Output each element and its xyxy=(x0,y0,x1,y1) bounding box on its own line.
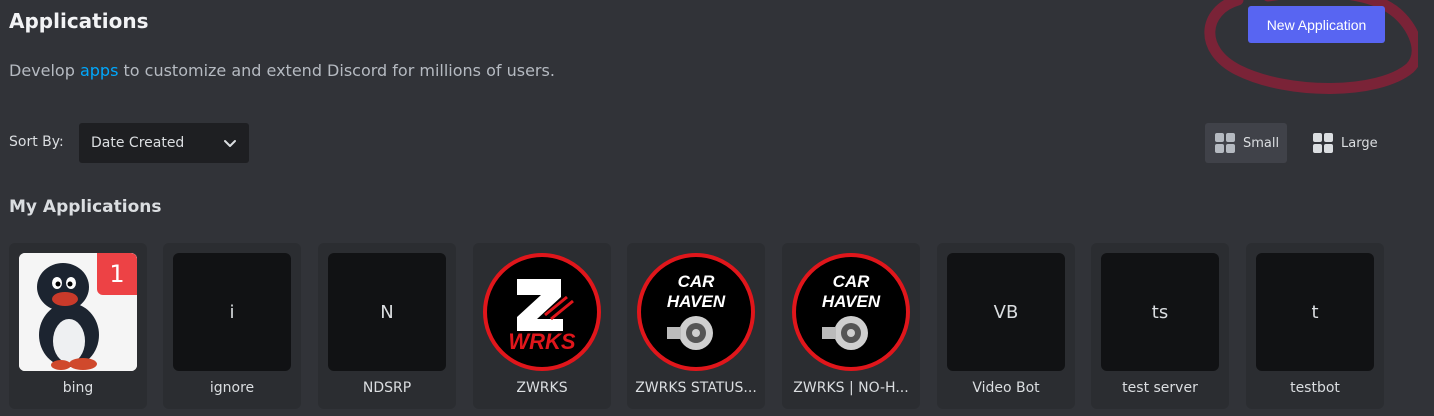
zwrks-logo-text: WRKS xyxy=(508,329,576,354)
sort-dropdown[interactable]: Date Created xyxy=(79,123,249,163)
page-subtitle: Develop apps to customize and extend Dis… xyxy=(9,61,555,80)
app-card-testbot[interactable]: t testbot xyxy=(1246,243,1384,409)
view-large-label: Large xyxy=(1341,135,1378,151)
app-name: bing xyxy=(62,380,94,396)
app-card-zwrks[interactable]: WRKS ZWRKS xyxy=(473,243,611,409)
pingu-image: 1 xyxy=(19,253,137,371)
view-large-button[interactable]: Large xyxy=(1303,123,1385,163)
app-card-ndsrp[interactable]: N NDSRP xyxy=(318,243,456,409)
view-small-label: Small xyxy=(1243,135,1280,151)
app-icon-placeholder: t xyxy=(1256,253,1374,371)
grid-icon xyxy=(1215,133,1235,153)
app-name: NDSRP xyxy=(362,380,412,396)
subtitle-text-after: to customize and extend Discord for mill… xyxy=(118,61,555,80)
app-card-bing[interactable]: 1 bing xyxy=(9,243,147,409)
app-name: ZWRKS xyxy=(516,380,568,396)
grid-icon xyxy=(1313,133,1333,153)
app-name: ZWRKS STATUS... xyxy=(635,380,757,396)
app-name: test server xyxy=(1122,380,1198,396)
new-application-button[interactable]: New Application xyxy=(1248,6,1385,43)
car-haven-logo: CAR HAVEN xyxy=(637,253,755,371)
app-card-zwrks-no-h[interactable]: CAR HAVEN ZWRKS | NO-H... xyxy=(782,243,920,409)
app-card-zwrks-status[interactable]: CAR HAVEN ZWRKS STATUS... xyxy=(627,243,765,409)
logo-text-haven: HAVEN xyxy=(822,292,881,311)
app-name: ignore xyxy=(209,380,255,396)
app-icon-placeholder: i xyxy=(173,253,291,371)
app-name: testbot xyxy=(1290,380,1340,396)
applications-page: Applications Develop apps to customize a… xyxy=(0,0,1434,416)
sort-selected-value: Date Created xyxy=(91,135,185,151)
app-name: ZWRKS | NO-H... xyxy=(793,380,909,396)
notification-badge: 1 xyxy=(97,253,137,295)
app-icon-placeholder: N xyxy=(328,253,446,371)
logo-text-car: CAR xyxy=(678,272,716,291)
app-name: Video Bot xyxy=(972,380,1040,396)
view-small-button[interactable]: Small xyxy=(1205,123,1287,163)
chevron-down-icon xyxy=(224,140,236,147)
logo-text-car: CAR xyxy=(833,272,871,291)
subtitle-text-before: Develop xyxy=(9,61,80,80)
zwrks-logo: WRKS xyxy=(483,253,601,371)
page-title: Applications xyxy=(9,9,149,33)
apps-link[interactable]: apps xyxy=(80,61,118,80)
app-icon-placeholder: ts xyxy=(1101,253,1219,371)
sort-by-label: Sort By: xyxy=(9,134,64,150)
app-card-test-server[interactable]: ts test server xyxy=(1091,243,1229,409)
app-card-ignore[interactable]: i ignore xyxy=(163,243,301,409)
my-applications-heading: My Applications xyxy=(9,197,162,217)
car-haven-logo: CAR HAVEN xyxy=(792,253,910,371)
app-card-video-bot[interactable]: VB Video Bot xyxy=(937,243,1075,409)
logo-text-haven: HAVEN xyxy=(667,292,726,311)
app-icon-placeholder: VB xyxy=(947,253,1065,371)
